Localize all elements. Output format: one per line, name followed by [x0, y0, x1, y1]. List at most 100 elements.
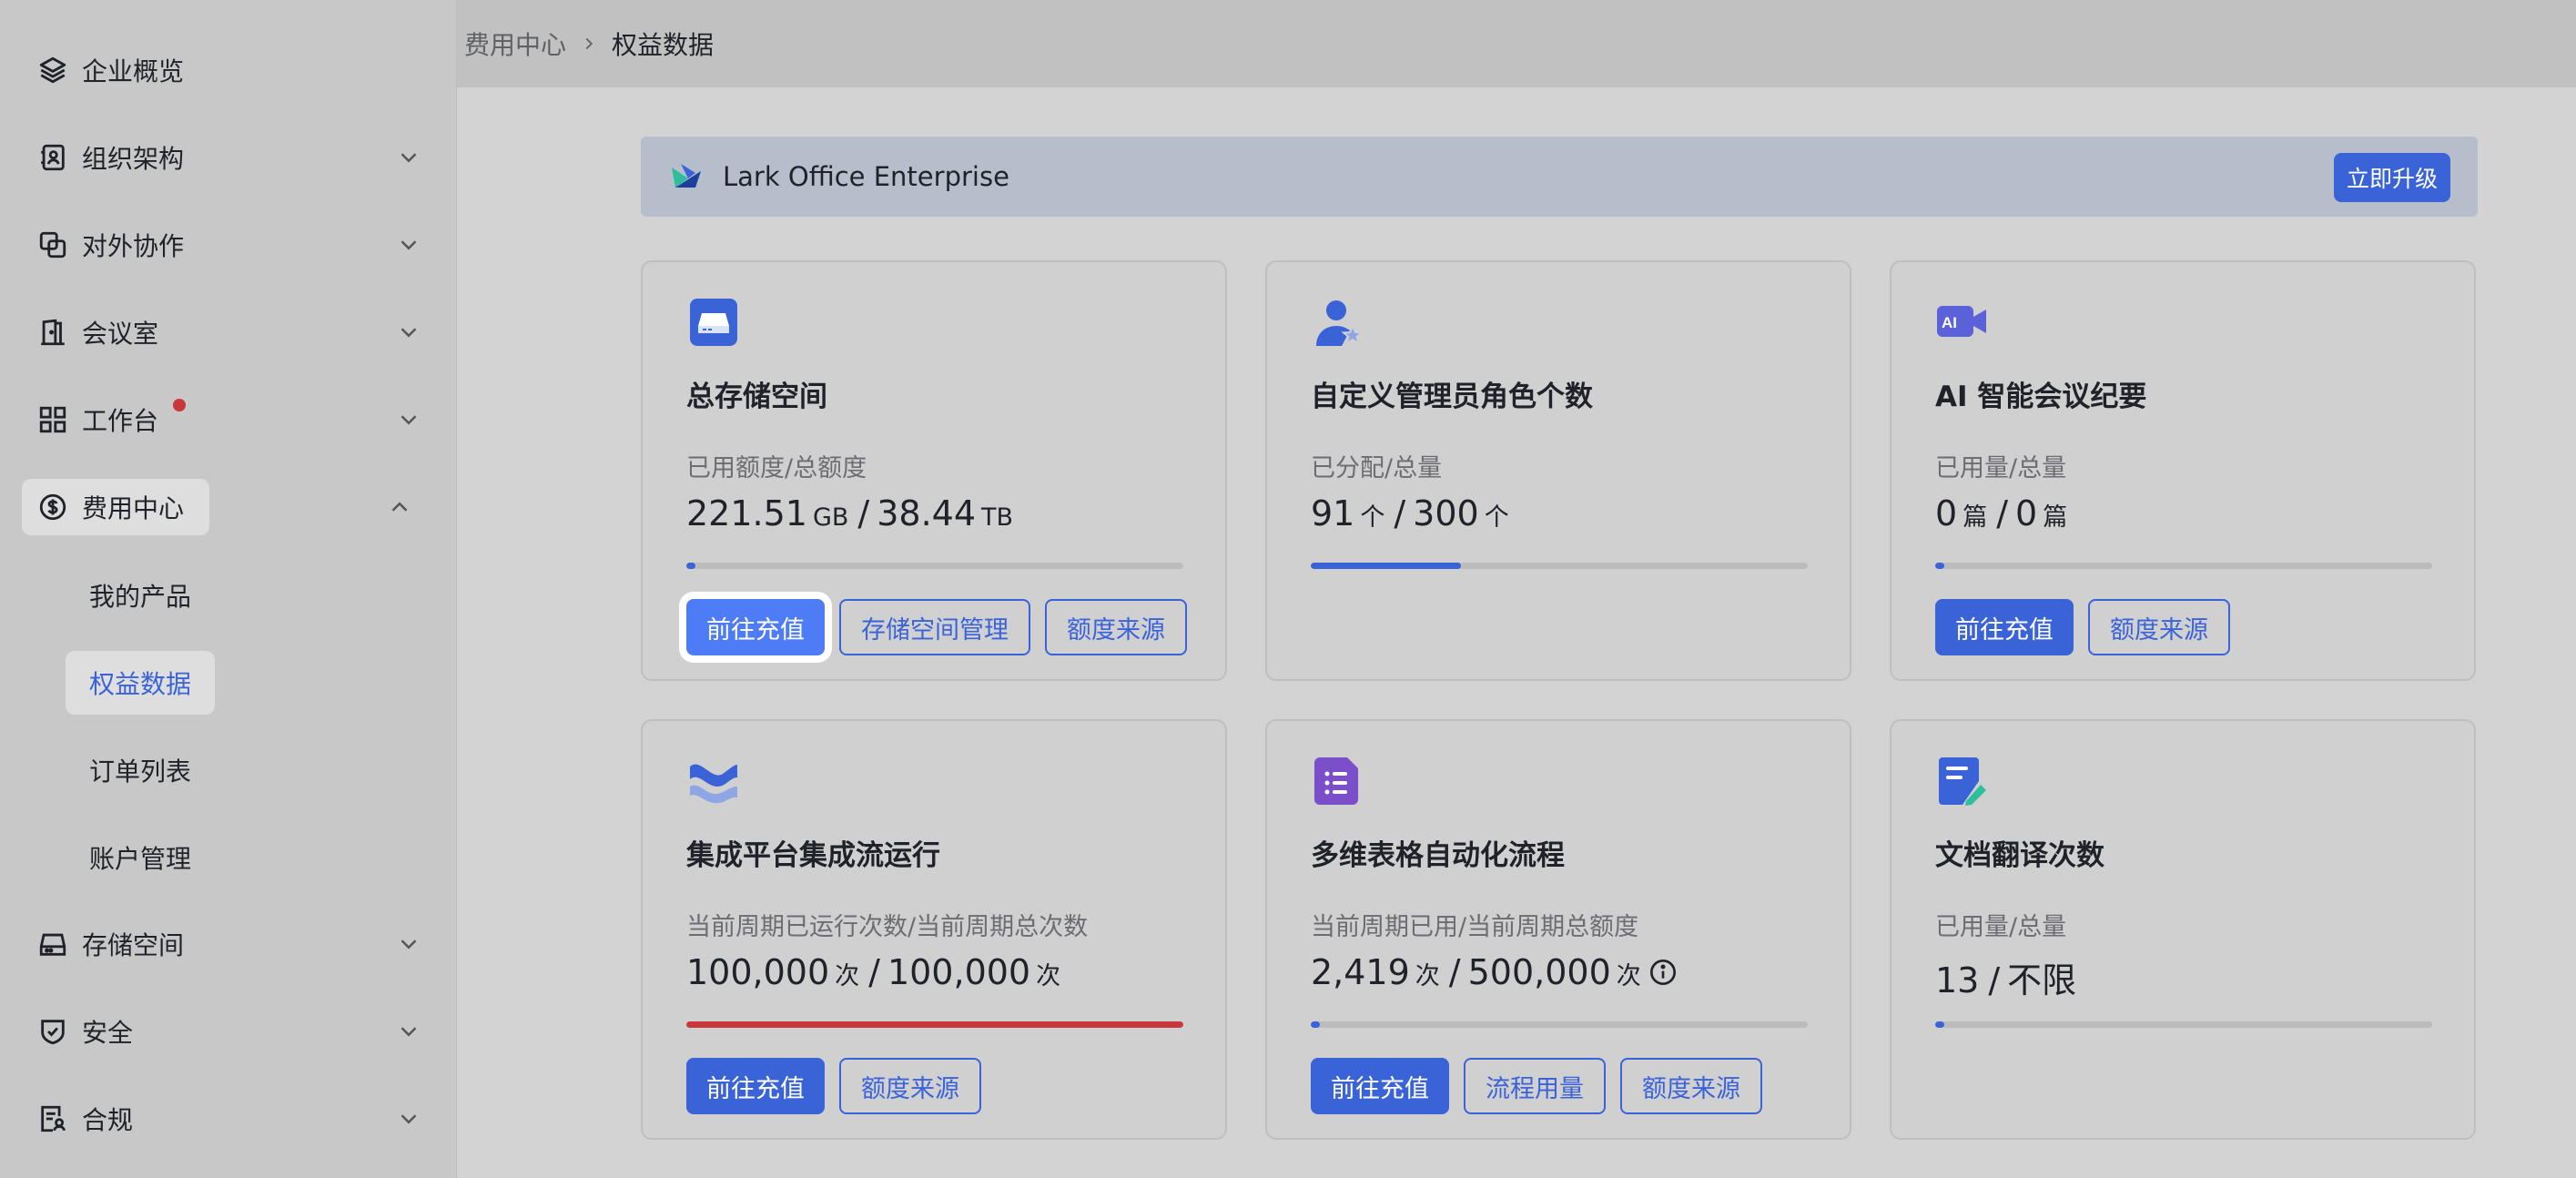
usage-progress-fill — [1935, 563, 1944, 569]
card-title: 文档翻译次数 — [1935, 839, 2104, 872]
card-value: 13 / 不限 — [1935, 952, 2076, 1002]
sidebar-subitem-account[interactable]: 账户管理 — [66, 826, 215, 889]
recharge-button[interactable]: 前往充值 — [1935, 599, 2074, 655]
recharge-button[interactable]: 前往充值 — [1311, 1058, 1449, 1114]
card-integration-runs: 集成平台集成流运行 当前周期已运行次数/当前周期总次数 100,000 次 / … — [641, 719, 1227, 1140]
recharge-button[interactable]: 前往充值 — [686, 1058, 825, 1114]
card-title: 总存储空间 — [686, 381, 827, 413]
shield-icon — [36, 1015, 69, 1048]
used-unit: 次 — [1415, 962, 1440, 990]
usage-progress — [1311, 563, 1808, 569]
sidebar-item-label: 会议室 — [82, 319, 159, 349]
storage-manage-button[interactable]: 存储空间管理 — [839, 599, 1030, 655]
chevron-up-icon[interactable] — [386, 493, 413, 521]
quota-source-button[interactable]: 额度来源 — [2088, 599, 2230, 655]
chevron-down-icon — [401, 939, 417, 950]
total-unit: TB — [981, 503, 1014, 532]
used-unit: GB — [812, 503, 849, 532]
sidebar-subitem-orders[interactable]: 订单列表 — [66, 738, 215, 802]
recharge-button[interactable]: 前往充值 — [686, 599, 825, 655]
flow-usage-button[interactable]: 流程用量 — [1464, 1058, 1606, 1114]
admin-role-icon — [1316, 300, 1364, 346]
total-value: 不限 — [2007, 960, 2077, 1000]
sidebar-item-workplace[interactable]: 工作台 — [22, 391, 422, 448]
total-value: 500,000 — [1467, 952, 1611, 992]
chevron-down-icon — [401, 153, 417, 163]
sidebar-item-label: 存储空间 — [82, 930, 185, 960]
quota-source-button[interactable]: 额度来源 — [839, 1058, 981, 1114]
sidebar-item-meeting-room[interactable]: 会议室 — [22, 304, 422, 361]
card-doc-translation: 文档翻译次数 已用量/总量 13 / 不限 — [1890, 719, 2476, 1140]
upgrade-button[interactable]: 立即升级 — [2334, 153, 2450, 202]
card-ai-minutes: AI AI 智能会议纪要 已用量/总量 0 篇 / 0 篇 前往充值 额度来源 — [1890, 260, 2476, 681]
total-value: 38.44 — [877, 493, 977, 533]
sidebar-item-label: 工作台 — [82, 406, 159, 436]
total-unit: 次 — [1616, 962, 1641, 990]
grid-icon — [36, 403, 69, 436]
usage-progress-fill — [686, 1021, 1183, 1028]
card-title: 集成平台集成流运行 — [686, 839, 940, 872]
ai-meeting-icon: AI — [1937, 306, 1986, 337]
chevron-right-icon — [585, 37, 593, 50]
card-subtitle: 已用量/总量 — [1935, 454, 2067, 482]
sidebar-item-label: 安全 — [82, 1018, 134, 1048]
card-value: 0 篇 / 0 篇 — [1935, 493, 2076, 533]
sidebar-item-label: 组织架构 — [82, 144, 185, 174]
usage-progress — [686, 563, 1183, 569]
total-value: 100,000 — [887, 952, 1031, 992]
usage-progress — [1935, 1021, 2432, 1028]
integration-icon — [690, 764, 737, 804]
usage-progress — [1935, 563, 2432, 569]
sidebar-item-org[interactable]: 组织架构 — [22, 129, 422, 186]
used-unit: 次 — [835, 962, 860, 990]
value-separator: / — [857, 493, 870, 533]
doc-translate-icon — [1939, 757, 1986, 806]
used-value: 91 — [1311, 493, 1355, 533]
drive-icon — [36, 928, 69, 960]
chevron-down-icon — [401, 415, 417, 425]
total-value: 300 — [1413, 493, 1479, 533]
used-value: 221.51 — [686, 493, 807, 533]
collaboration-icon — [36, 228, 69, 261]
layers-icon — [36, 54, 69, 86]
sidebar-item-label: 费用中心 — [82, 493, 185, 523]
chevron-down-icon — [401, 1114, 417, 1124]
value-separator: / — [868, 952, 880, 992]
dollar-icon — [36, 491, 69, 523]
card-storage: 总存储空间 已用额度/总额度 221.51 GB / 38.44 TB 前往充值… — [641, 260, 1227, 681]
sidebar-item-compliance[interactable]: 合规 — [22, 1091, 422, 1147]
sidebar: 企业概览 组织架构 对外协作 会议室 工作台 费用中心 我的产品 权益数据 订单… — [0, 0, 457, 1178]
usage-progress — [686, 1021, 1183, 1028]
total-unit: 篇 — [2043, 503, 2068, 532]
card-value: 100,000 次 / 100,000 次 — [686, 952, 1070, 992]
svg-text:AI: AI — [1942, 314, 1957, 331]
card-subtitle: 当前周期已运行次数/当前周期总次数 — [686, 913, 1089, 941]
total-unit: 次 — [1036, 962, 1061, 990]
notification-dot — [173, 399, 186, 411]
sidebar-subitem-entitlement-data[interactable]: 权益数据 — [66, 651, 216, 715]
quota-source-button[interactable]: 额度来源 — [1045, 599, 1187, 655]
used-value: 100,000 — [686, 952, 830, 992]
used-value: 13 — [1935, 960, 1980, 1000]
card-value: 221.51 GB / 38.44 TB — [686, 493, 1022, 533]
sidebar-subitem-my-products[interactable]: 我的产品 — [66, 564, 215, 627]
sidebar-item-billing[interactable]: 费用中心 — [22, 479, 209, 535]
sidebar-item-label: 对外协作 — [82, 231, 185, 261]
sidebar-item-external[interactable]: 对外协作 — [22, 217, 422, 273]
lark-logo-icon — [672, 164, 701, 188]
usage-progress — [1311, 1021, 1808, 1028]
card-subtitle: 已用额度/总额度 — [686, 454, 867, 482]
value-separator: / — [1988, 960, 2001, 1000]
contacts-icon — [36, 141, 69, 174]
sidebar-item-security[interactable]: 安全 — [22, 1003, 422, 1060]
sidebar-item-overview[interactable]: 企业概览 — [22, 42, 422, 98]
base-automation-icon — [1314, 757, 1358, 805]
quota-source-button[interactable]: 额度来源 — [1620, 1058, 1762, 1114]
info-icon[interactable] — [1648, 958, 1678, 987]
compliance-icon — [36, 1102, 69, 1135]
value-separator: / — [1394, 493, 1406, 533]
sidebar-item-storage[interactable]: 存储空间 — [22, 916, 422, 972]
used-value: 0 — [1935, 493, 1958, 533]
breadcrumb-parent[interactable]: 费用中心 — [464, 25, 566, 62]
card-title: 自定义管理员角色个数 — [1311, 381, 1593, 413]
